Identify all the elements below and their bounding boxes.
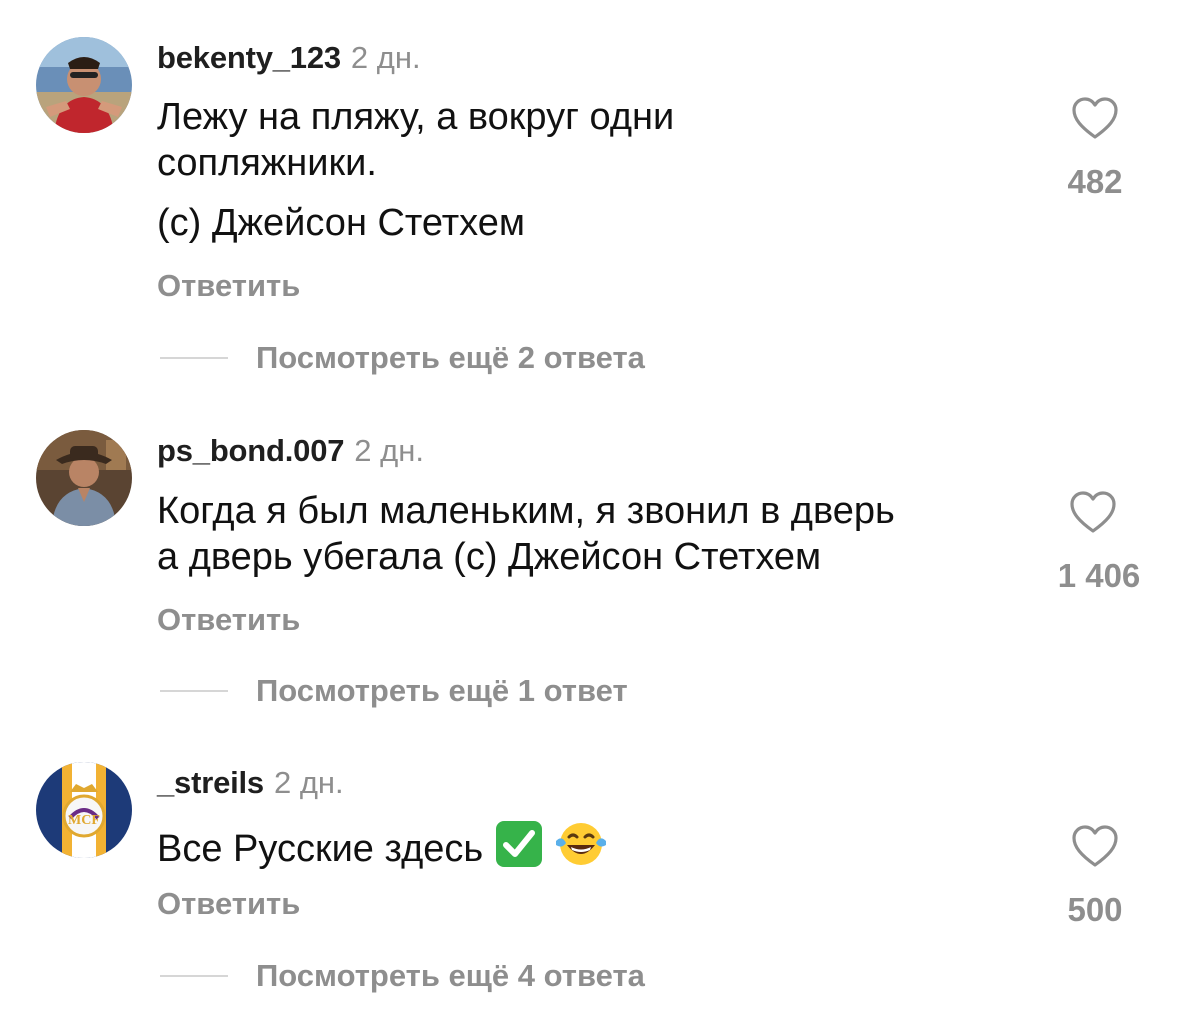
comment-text-line: сопляжники.	[157, 142, 377, 184]
check-mark-emoji	[494, 819, 544, 880]
like-area: 482	[1040, 96, 1150, 202]
avatar-image	[36, 430, 132, 526]
avatar[interactable]: MCF	[36, 762, 132, 858]
view-more-replies-label: Посмотреть ещё 4 ответа	[256, 958, 645, 993]
svg-text:MCF: MCF	[68, 813, 100, 828]
comment-text: Когда я был маленьким, я звонил в дверь …	[157, 488, 895, 580]
comment-time: 2 дн.	[273, 765, 344, 800]
heart-outline-icon[interactable]	[1069, 490, 1117, 534]
comment-text-line: Лежу на пляжу, а вокруг одни	[157, 96, 675, 138]
reply-button[interactable]: Ответить	[157, 884, 300, 924]
like-count: 500	[1067, 891, 1123, 928]
username-link[interactable]: bekenty_123	[157, 40, 341, 75]
heart-outline-icon[interactable]	[1071, 824, 1119, 868]
view-more-replies-button[interactable]: Посмотреть ещё 1 ответ	[160, 671, 628, 711]
like-count: 482	[1067, 163, 1123, 200]
avatar-image	[36, 37, 132, 133]
view-more-replies-button[interactable]: Посмотреть ещё 2 ответа	[160, 338, 645, 378]
view-more-replies-button[interactable]: Посмотреть ещё 4 ответа	[160, 956, 645, 996]
comment-header: bekenty_123 2 дн.	[157, 38, 421, 78]
real-madrid-crest-avatar: MCF	[36, 762, 132, 858]
reply-button[interactable]: Ответить	[157, 600, 300, 640]
like-count: 1 406	[1057, 557, 1141, 594]
comment-header: ps_bond.007 2 дн.	[157, 431, 424, 471]
view-more-replies-label: Посмотреть ещё 2 ответа	[256, 340, 645, 375]
heart-outline-icon[interactable]	[1071, 96, 1119, 140]
comment-time: 2 дн.	[350, 40, 421, 75]
replies-divider-line	[160, 690, 228, 692]
comment-text-line: (с) Джейсон Стетхем	[157, 202, 526, 244]
view-more-replies-label: Посмотреть ещё 1 ответ	[256, 673, 628, 708]
replies-divider-line	[160, 975, 228, 977]
reply-button[interactable]: Ответить	[157, 266, 300, 306]
comment-header: _streils 2 дн.	[157, 763, 344, 803]
username-link[interactable]: _streils	[157, 765, 264, 800]
comment-text-line: Когда я был маленьким, я звонил в дверь	[157, 490, 895, 532]
avatar[interactable]	[36, 430, 132, 526]
comment-time: 2 дн.	[354, 433, 424, 468]
comment-text-line: а дверь убегала (с) Джейсон Стетхем	[157, 536, 822, 578]
comment-text: Лежу на пляжу, а вокруг одни сопляжники.…	[157, 94, 674, 246]
like-area: 1 406	[1038, 490, 1148, 596]
laughing-tears-emoji	[554, 819, 608, 880]
username-link[interactable]: ps_bond.007	[157, 433, 344, 468]
replies-divider-line	[160, 357, 228, 359]
avatar[interactable]	[36, 37, 132, 133]
comment-text-line: Все Русские здесь	[157, 828, 484, 870]
like-area: 500	[1040, 824, 1150, 930]
comment-text: Все Русские здесь	[157, 819, 608, 880]
